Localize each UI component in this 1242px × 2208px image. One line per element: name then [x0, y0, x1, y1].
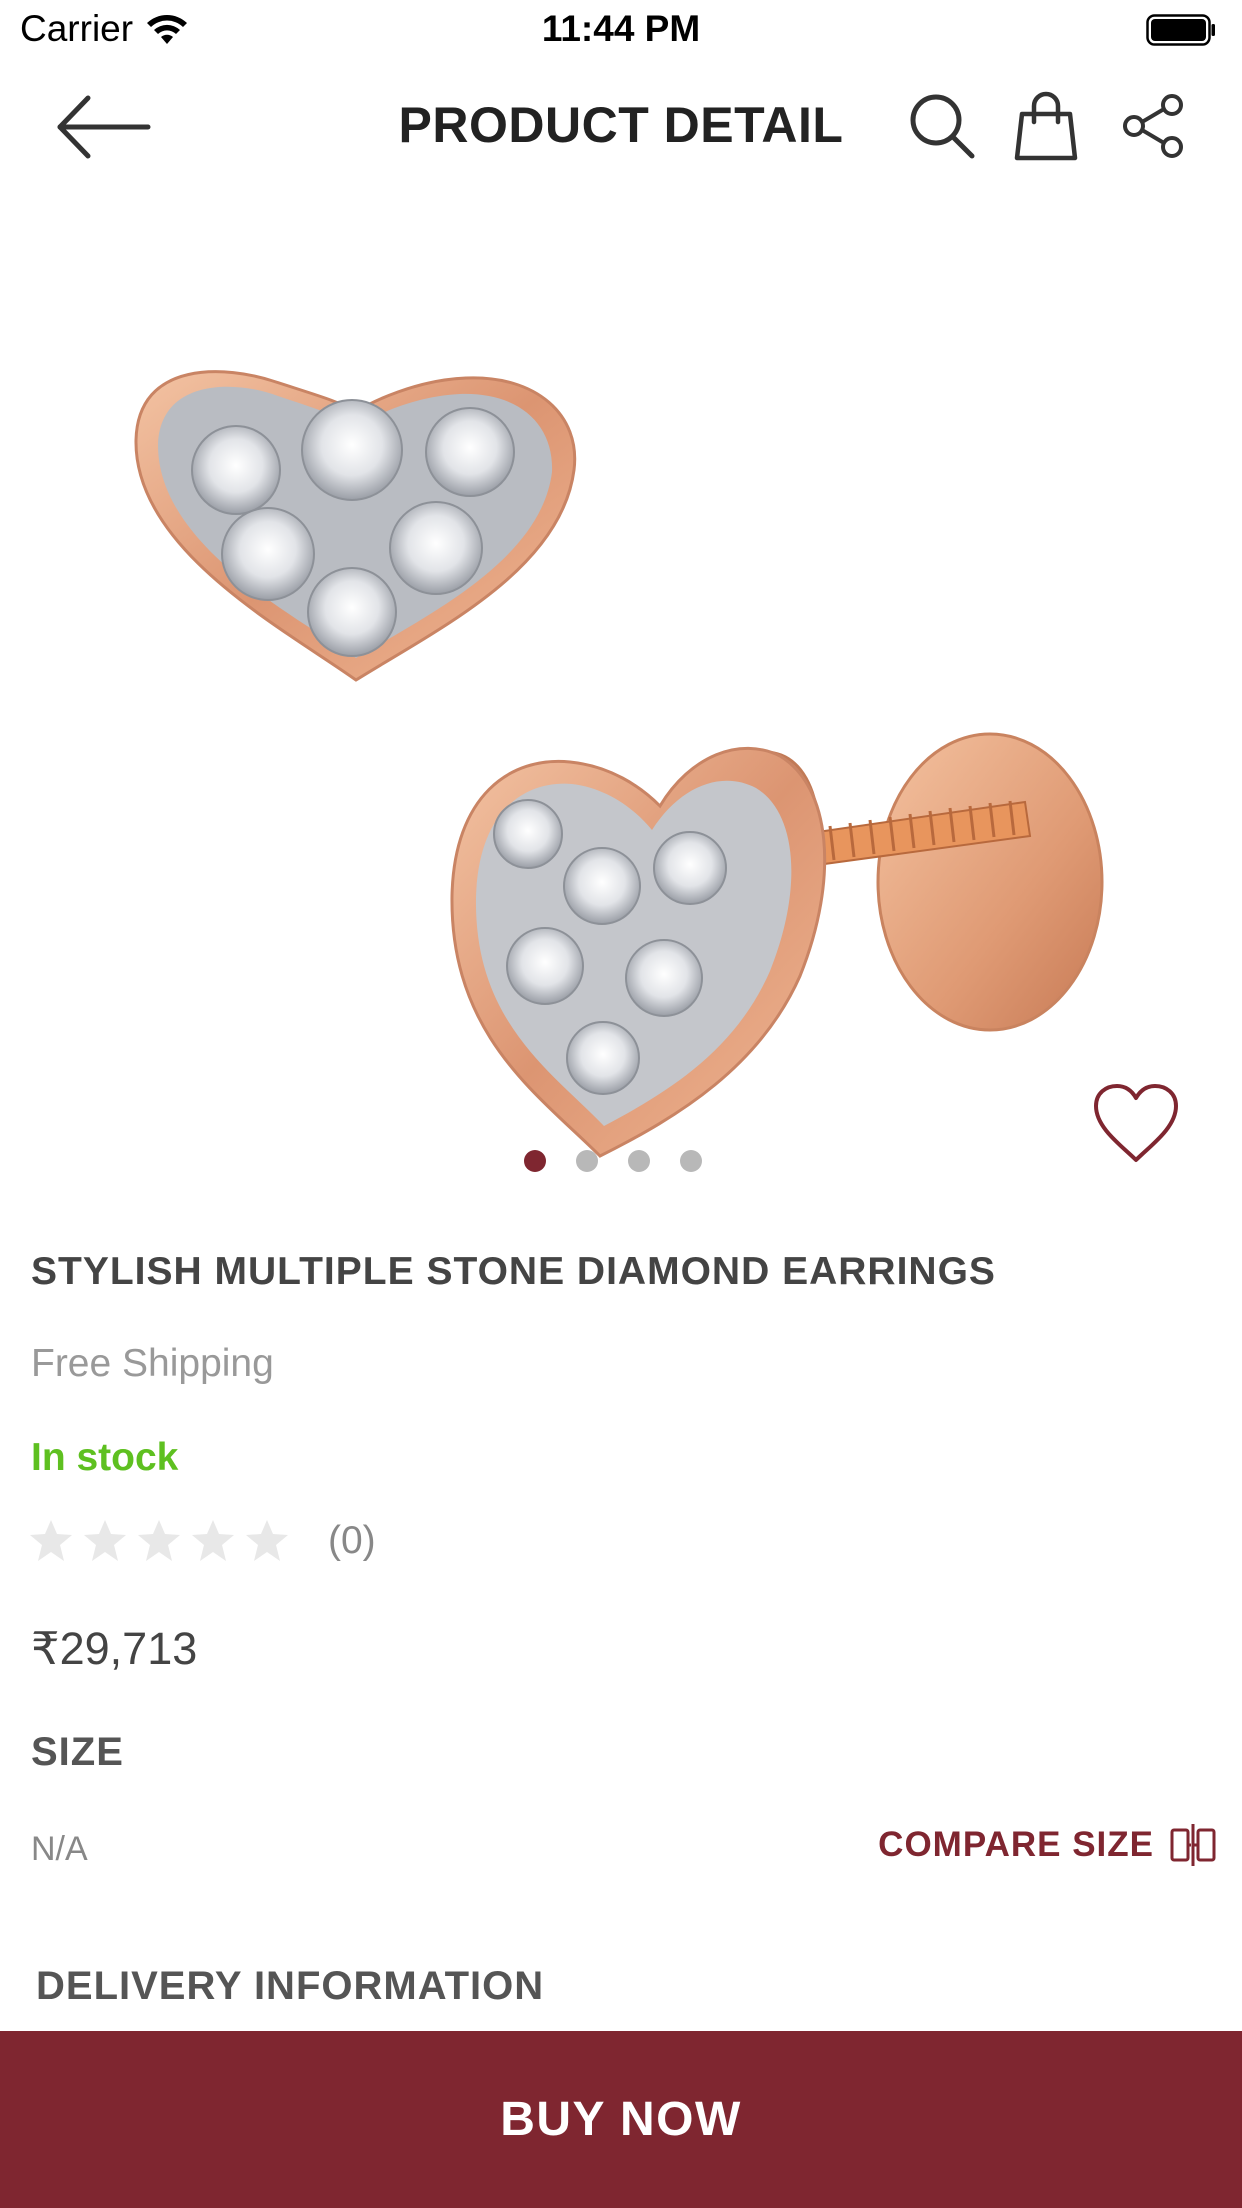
rating-count: (0) [328, 1519, 376, 1562]
compare-size-icon [1170, 1824, 1216, 1866]
back-arrow-icon[interactable] [56, 92, 152, 162]
product-name: STYLISH MULTIPLE STONE DIAMOND EARRINGS [31, 1250, 996, 1293]
carousel-dot-active[interactable] [524, 1150, 546, 1172]
star-icon [138, 1520, 180, 1561]
rating-row[interactable]: (0) [28, 1518, 376, 1564]
shipping-info: Free Shipping [31, 1342, 274, 1385]
carousel-dot[interactable] [680, 1150, 702, 1172]
share-icon[interactable] [1120, 92, 1186, 160]
star-icon [246, 1520, 288, 1561]
star-icon [84, 1520, 126, 1561]
delivery-heading: DELIVERY INFORMATION [36, 1964, 545, 2008]
product-image-carousel[interactable] [0, 196, 1242, 1186]
search-icon[interactable] [908, 92, 976, 160]
size-value: N/A [31, 1830, 88, 1868]
compare-size-button[interactable]: COMPARE SIZE [878, 1820, 1218, 1870]
status-bar: Carrier 11:44 PM [0, 0, 1242, 62]
compare-size-label: COMPARE SIZE [878, 1825, 1154, 1864]
size-heading: SIZE [31, 1730, 124, 1774]
status-time: 11:44 PM [541, 8, 701, 49]
product-price: ₹29,713 [31, 1623, 198, 1674]
shopping-bag-icon[interactable] [1012, 90, 1080, 162]
battery-icon [1146, 14, 1215, 46]
star-icon [30, 1520, 72, 1561]
carousel-pagination [0, 1150, 1242, 1172]
buy-now-button[interactable]: BUY NOW [0, 2031, 1242, 2208]
product-image[interactable] [0, 196, 1242, 1186]
carousel-dot[interactable] [628, 1150, 650, 1172]
nav-bar: PRODUCT DETAIL [0, 62, 1242, 192]
stock-status: In stock [31, 1436, 179, 1479]
carousel-dot[interactable] [576, 1150, 598, 1172]
product-detail-screen: Carrier 11:44 PM PRODUCT DETAIL STYLISH … [0, 0, 1242, 2208]
star-icon [192, 1520, 234, 1561]
